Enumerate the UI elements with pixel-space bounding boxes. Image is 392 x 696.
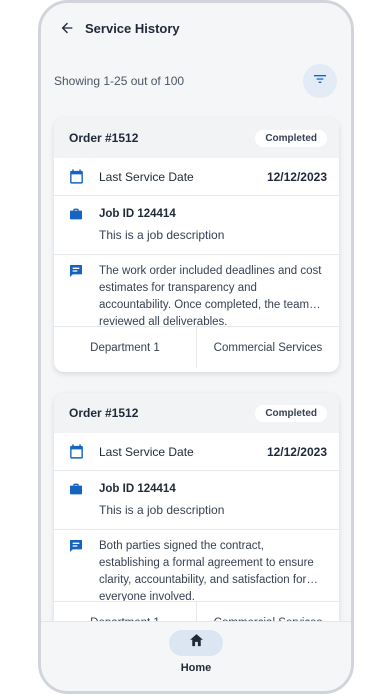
calendar-icon [68, 443, 86, 460]
order-number: Order #1512 [69, 406, 139, 420]
calendar-icon [68, 168, 86, 185]
results-count: Showing 1-25 out of 100 [54, 74, 185, 88]
service-card[interactable]: Order #1512 Completed Last Service Date … [54, 393, 339, 647]
work-order-note: Both parties signed the contract, establ… [99, 540, 314, 601]
date-label: Last Service Date [99, 444, 194, 459]
date-value: 12/12/2023 [266, 444, 327, 459]
filter-icon [312, 71, 328, 92]
comment-icon [68, 263, 86, 326]
job-id: Job ID 124414 [99, 208, 176, 220]
service-date-row: Last Service Date 12/12/2023 [54, 158, 339, 196]
work-order-note: The work order included deadlines and co… [99, 265, 322, 326]
department-label: Department 1 [90, 341, 160, 354]
comment-icon [68, 538, 86, 601]
briefcase-icon [68, 206, 86, 254]
briefcase-icon [68, 481, 86, 529]
home-nav-label[interactable]: Home [181, 662, 212, 674]
page-title: Service History [85, 20, 180, 36]
service-card[interactable]: Order #1512 Completed Last Service Date … [54, 118, 339, 372]
filter-button[interactable] [303, 64, 337, 98]
status-badge: Completed [255, 404, 327, 422]
status-badge: Completed [255, 129, 327, 147]
bottom-navigation: Home [41, 621, 351, 691]
service-date-row: Last Service Date 12/12/2023 [54, 433, 339, 471]
note-row: The work order included deadlines and co… [54, 255, 339, 327]
card-header: Order #1512 Completed [54, 393, 339, 433]
card-footer: Department 1 Commercial Services [54, 327, 339, 368]
note-row: Both parties signed the contract, establ… [54, 530, 339, 602]
job-description: This is a job description [99, 503, 225, 517]
service-category: Commercial Services [196, 327, 339, 368]
arrow-left-icon[interactable] [57, 18, 77, 38]
results-summary: Showing 1-25 out of 100 [41, 61, 351, 101]
home-icon [188, 632, 205, 654]
card-header: Order #1512 Completed [54, 118, 339, 158]
home-nav-button[interactable] [169, 630, 223, 656]
app-header: Service History [41, 3, 351, 53]
job-description: This is a job description [99, 228, 225, 242]
phone-frame: Service History Showing 1-25 out of 100 … [38, 0, 354, 694]
job-id: Job ID 124414 [99, 483, 176, 495]
date-label: Last Service Date [99, 169, 194, 184]
order-number: Order #1512 [69, 131, 139, 145]
job-row: Job ID 124414 This is a job description [54, 471, 339, 530]
job-row: Job ID 124414 This is a job description [54, 196, 339, 255]
date-value: 12/12/2023 [266, 169, 327, 184]
